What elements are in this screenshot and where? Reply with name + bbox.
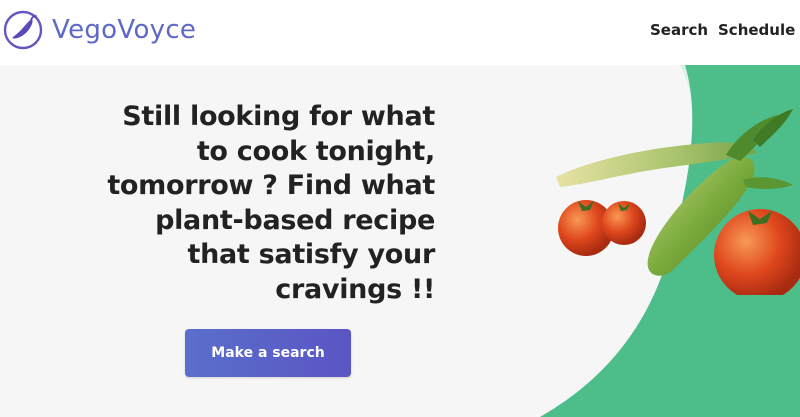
- hero-line: to cook tonight,: [196, 135, 435, 167]
- nav-schedule-link[interactable]: Schedule: [718, 21, 795, 39]
- hero-line: that satisfy your: [187, 239, 435, 270]
- chili-pepper-icon[interactable]: [3, 10, 43, 50]
- nav-search-link[interactable]: Search: [650, 21, 708, 39]
- hero-line: cravings !!: [275, 273, 435, 305]
- brand-name[interactable]: VegoVoyce: [52, 15, 196, 45]
- vegetables-image: [556, 109, 800, 295]
- make-search-button[interactable]: Make a search: [185, 329, 351, 377]
- hero-line: plant-based recipe: [155, 204, 435, 236]
- site-header: VegoVoyce Search Schedule: [0, 0, 800, 65]
- hero-headline: Still looking for what to cook tonight, …: [90, 100, 435, 307]
- hero-line: Still looking for what: [122, 101, 435, 132]
- hero-line: tomorrow ? Find what: [107, 170, 435, 201]
